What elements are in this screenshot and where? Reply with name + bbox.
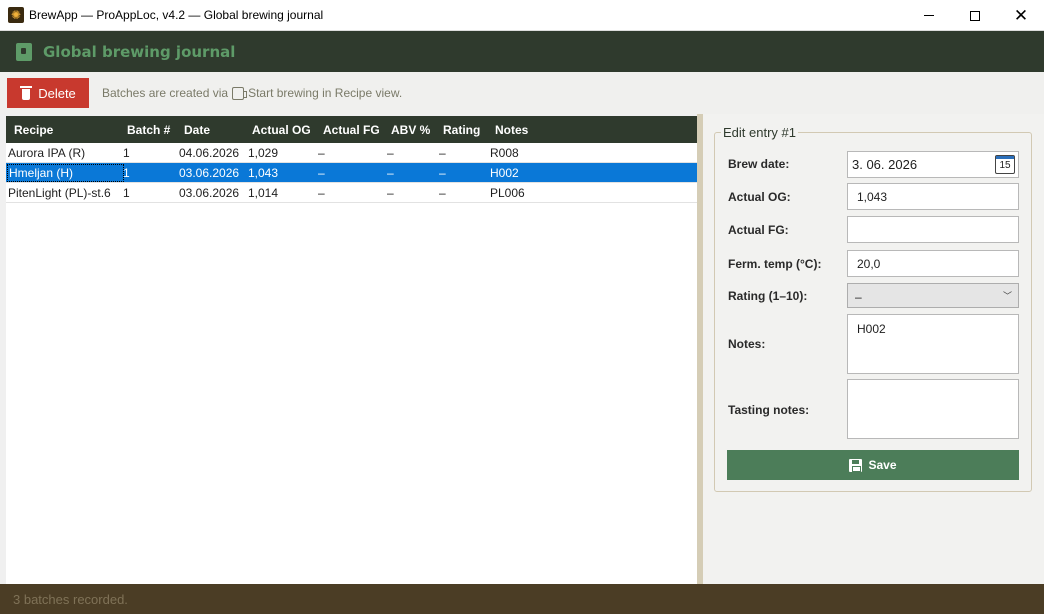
brew-date-label: Brew date: [728,157,790,171]
calendar-icon[interactable]: 15 [995,155,1015,174]
floppy-disk-icon [849,458,863,472]
cell-notes: R008 [490,146,519,160]
table-row[interactable]: PitenLight (PL)-st.6 1 03.06.2026 1,014 … [6,183,697,203]
cell-abv: – [387,166,394,180]
brew-date-value: 3. 06. 2026 [852,157,918,172]
column-header-recipe[interactable]: Recipe [14,123,126,137]
column-header-actual-og[interactable]: Actual OG [252,123,318,137]
save-button-label: Save [868,458,897,472]
cell-actual-fg: – [318,166,325,180]
page-title: Global brewing journal [43,42,236,61]
edit-panel: Edit entry #1 Brew date: 3. 06. 2026 15 … [703,114,1044,584]
cell-batch: 1 [123,166,130,180]
column-header-rating[interactable]: Rating [443,123,488,137]
column-header-date[interactable]: Date [184,123,250,137]
notes-label: Notes: [728,337,766,351]
notes-textarea[interactable]: H002 [847,314,1019,374]
batches-table[interactable]: Recipe Batch # Date Actual OG Actual FG … [6,116,697,584]
cell-notes: H002 [490,166,519,180]
chevron-down-icon: ﹀ [1002,291,1012,301]
maximize-button[interactable] [952,0,998,31]
cell-abv: – [387,146,394,160]
trash-icon [20,86,33,100]
actual-fg-field[interactable] [847,216,1019,243]
hint-text-after: Start brewing in Recipe view. [248,86,403,100]
beer-mug-icon [232,86,248,100]
ferm-temp-label: Ferm. temp (°C): [728,257,822,271]
close-icon: ✕ [1013,5,1029,25]
minimize-icon [924,15,934,16]
table-row-selected[interactable]: Hmeljan (H) 1 03.06.2026 1,043 – – – H00… [6,163,697,183]
status-text: 3 batches recorded. [13,591,128,607]
table-header: Recipe Batch # Date Actual OG Actual FG … [6,116,697,143]
actual-fg-label: Actual FG: [728,223,789,237]
close-button[interactable]: ✕ [998,0,1044,31]
toolbar-hint: Batches are created via Start brewing in… [102,86,402,100]
cell-actual-og: 1,043 [248,166,279,180]
column-header-actual-fg[interactable]: Actual FG [323,123,383,137]
rating-label: Rating (1–10): [728,289,808,303]
page-header: Global brewing journal [0,31,1044,72]
cell-batch: 1 [123,146,130,160]
tasting-notes-textarea[interactable] [847,379,1019,439]
maximize-icon [970,10,980,21]
hint-text-before: Batches are created via [102,86,229,100]
journal-book-icon [16,42,32,61]
ferm-temp-field[interactable]: 20,0 [847,250,1019,277]
title-bar: ✺ BrewApp — ProAppLoc, v4.2 — Global bre… [0,0,1044,31]
cell-batch: 1 [123,186,130,200]
column-header-notes[interactable]: Notes [495,123,555,137]
status-bar: 3 batches recorded. [0,584,1044,614]
cell-notes: PL006 [490,186,525,200]
cell-recipe: PitenLight (PL)-st.6 [8,186,111,200]
table-row[interactable]: Aurora IPA (R) 1 04.06.2026 1,029 – – – … [6,143,697,163]
toolbar: Delete Batches are created via Start bre… [0,72,1044,114]
delete-button[interactable]: Delete [7,78,89,108]
cell-actual-fg: – [318,186,325,200]
rating-select[interactable]: – ﹀ [847,283,1019,308]
cell-rating: – [439,146,446,160]
delete-button-label: Delete [38,85,76,101]
cell-abv: – [387,186,394,200]
column-header-batch[interactable]: Batch # [127,123,177,137]
cell-date: 03.06.2026 [179,166,240,180]
cell-actual-og: 1,029 [248,146,279,160]
cell-date: 03.06.2026 [179,186,240,200]
cell-recipe: Aurora IPA (R) [8,146,86,160]
rating-selected-value: – [855,290,862,304]
column-header-abv[interactable]: ABV % [391,123,441,137]
cell-actual-fg: – [318,146,325,160]
actual-og-label: Actual OG: [728,190,791,204]
minimize-button[interactable] [906,0,952,31]
edit-entry-group: Edit entry #1 Brew date: 3. 06. 2026 15 … [714,125,1032,492]
window-title: BrewApp — ProAppLoc, v4.2 — Global brewi… [29,8,324,22]
save-button[interactable]: Save [727,450,1019,480]
tasting-notes-label: Tasting notes: [728,403,810,417]
cell-date: 04.06.2026 [179,146,240,160]
actual-og-field[interactable]: 1,043 [847,183,1019,210]
cell-rating: – [439,186,446,200]
edit-entry-legend: Edit entry #1 [721,125,798,140]
cell-actual-og: 1,014 [248,186,279,200]
app-logo-icon: ✺ [8,7,24,23]
cell-rating: – [439,166,446,180]
brew-date-picker[interactable]: 3. 06. 2026 15 [847,151,1019,178]
cell-recipe: Hmeljan (H) [7,164,124,182]
